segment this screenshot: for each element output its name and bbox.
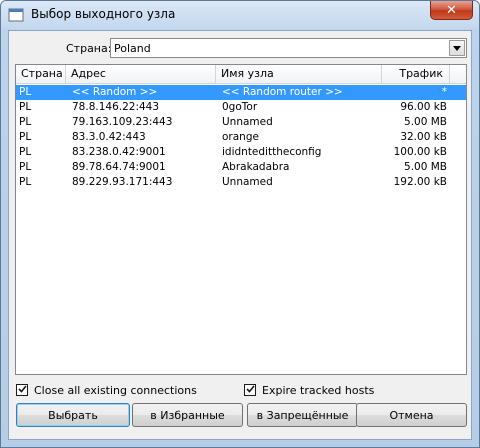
cell-address: << Random >>: [72, 86, 158, 98]
close-button[interactable]: ✕: [430, 1, 473, 20]
table-row[interactable]: PL 79.163.109.23:443 Unnamed 5.00 MB: [16, 115, 466, 130]
cell-node-name: 0goTor: [222, 101, 258, 113]
cell-address: 89.78.64.74:9001: [72, 161, 166, 173]
cell-traffic: 96.00 kB: [400, 101, 447, 113]
cancel-button[interactable]: Отмена: [356, 403, 467, 427]
window-app-icon: [8, 8, 24, 22]
dialog-body: Страна: Poland Страна Адрес Имя узла Тра…: [8, 30, 472, 440]
cell-traffic: 100.00 kB: [393, 146, 447, 158]
cell-traffic: 192.00 kB: [393, 176, 447, 188]
country-select[interactable]: Poland: [110, 38, 467, 58]
cell-address: 78.8.146.22:443: [72, 101, 160, 113]
cell-country: PL: [19, 116, 32, 128]
expire-hosts-checkbox[interactable]: [244, 384, 256, 396]
close-connections-option[interactable]: Close all existing connections: [16, 383, 197, 397]
header-country[interactable]: Страна: [16, 65, 66, 83]
header-node-name[interactable]: Имя узла: [216, 65, 382, 83]
cell-traffic: 5.00 MB: [404, 161, 447, 173]
checkmark-icon: [17, 384, 27, 396]
window-title: Выбор выходного узла: [31, 7, 176, 21]
cell-address: 83.3.0.42:443: [72, 131, 146, 143]
cell-traffic: 5.00 MB: [404, 116, 447, 128]
node-list[interactable]: Страна Адрес Имя узла Трафик PL << Random…: [15, 64, 467, 375]
cell-country: PL: [19, 101, 32, 113]
table-row[interactable]: PL 89.78.64.74:9001 Abrakadabra 5.00 MB: [16, 160, 466, 175]
header-address[interactable]: Адрес: [66, 65, 216, 83]
cell-country: PL: [19, 176, 32, 188]
cell-traffic: *: [441, 86, 447, 98]
cell-address: 79.163.109.23:443: [72, 116, 173, 128]
cell-country: PL: [19, 146, 32, 158]
header-traffic[interactable]: Трафик: [382, 65, 450, 83]
cell-country: PL: [19, 86, 32, 98]
country-value: Poland: [114, 42, 151, 55]
expire-hosts-label: Expire tracked hosts: [262, 383, 375, 397]
cell-country: PL: [19, 131, 32, 143]
add-to-forbidden-button[interactable]: в Запрещённые: [247, 403, 358, 427]
cell-address: 83.238.0.42:9001: [72, 146, 166, 158]
cell-country: PL: [19, 161, 32, 173]
table-row[interactable]: PL << Random >> << Random router >> *: [16, 85, 466, 100]
cell-node-name: ididntedittheconfig: [222, 146, 322, 158]
expire-hosts-option[interactable]: Expire tracked hosts: [244, 383, 374, 397]
table-row[interactable]: PL 89.229.93.171:443 Unnamed 192.00 kB: [16, 175, 466, 190]
table-row[interactable]: PL 78.8.146.22:443 0goTor 96.00 kB: [16, 100, 466, 115]
checkmark-icon: [245, 384, 255, 396]
country-label: Страна:: [66, 42, 112, 55]
title-bar: Выбор выходного узла ✕: [1, 1, 479, 29]
close-icon: ✕: [446, 2, 457, 18]
cell-node-name: orange: [222, 131, 259, 143]
cell-node-name: << Random router >>: [222, 86, 343, 98]
cell-address: 89.229.93.171:443: [72, 176, 173, 188]
close-connections-label: Close all existing connections: [34, 383, 197, 397]
close-connections-checkbox[interactable]: [16, 384, 28, 396]
chevron-down-icon[interactable]: [449, 40, 465, 56]
cell-node-name: Unnamed: [222, 116, 273, 128]
exit-node-dialog: Выбор выходного узла ✕ Страна: Poland Ст…: [0, 0, 480, 448]
add-to-favorites-button[interactable]: в Избранные: [132, 403, 243, 427]
cell-node-name: Abrakadabra: [222, 161, 290, 173]
table-row[interactable]: PL 83.3.0.42:443 orange 32.00 kB: [16, 130, 466, 145]
list-header: Страна Адрес Имя узла Трафик: [16, 65, 466, 84]
cell-traffic: 32.00 kB: [400, 131, 447, 143]
select-button[interactable]: Выбрать: [16, 403, 130, 427]
cell-node-name: Unnamed: [222, 176, 273, 188]
table-row[interactable]: PL 83.238.0.42:9001 ididntedittheconfig 100…: [16, 145, 466, 160]
